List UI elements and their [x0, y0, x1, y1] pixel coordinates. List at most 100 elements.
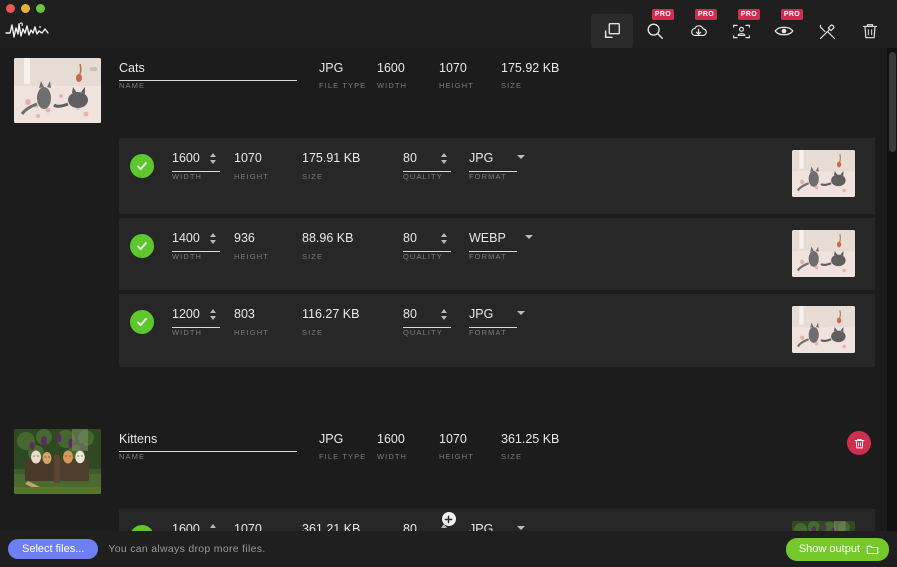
search-tool-button[interactable]: PRO: [634, 9, 676, 48]
output-size-field: 116.27 KB SIZE: [302, 306, 403, 337]
field-underline: [172, 251, 220, 252]
file-name-field[interactable]: Kittens NAME: [119, 431, 319, 461]
source-width-value: 1600: [377, 432, 405, 446]
output-thumbnail[interactable]: [792, 230, 855, 277]
file-type-value: JPG: [319, 432, 344, 446]
output-quality-label: QUALITY: [403, 172, 443, 181]
output-quality-value: 80: [403, 151, 417, 165]
chevron-down-icon[interactable]: [517, 311, 525, 315]
output-format-label: FORMAT: [469, 172, 507, 181]
source-thumbnail[interactable]: [14, 429, 101, 494]
quality-stepper[interactable]: [439, 150, 448, 167]
select-files-button[interactable]: Select files...: [8, 539, 99, 559]
app-logo: [4, 20, 54, 42]
search-icon: [647, 23, 663, 39]
output-size-value: 116.27 KB: [302, 307, 360, 321]
width-stepper[interactable]: [208, 521, 217, 531]
pro-badge: PRO: [780, 9, 803, 20]
drop-files-hint: You can always drop more files.: [108, 543, 266, 555]
file-group-header: Cats NAME JPG FILE TYPE 1600 WIDTH 1070 …: [0, 48, 897, 138]
output-height-field: 1070 HEIGHT: [234, 521, 302, 531]
output-width-field[interactable]: 1400 WIDTH: [172, 230, 234, 261]
output-size-label: SIZE: [302, 172, 324, 181]
quality-stepper[interactable]: [439, 306, 448, 323]
output-thumbnail[interactable]: [792, 150, 855, 197]
output-quality-field[interactable]: 80 QUALITY: [403, 306, 469, 337]
resize-tool-button[interactable]: [591, 14, 633, 48]
output-enabled-checkbox[interactable]: [130, 154, 154, 178]
output-thumbnail[interactable]: [792, 521, 855, 531]
output-width-field[interactable]: 1600 WIDTH: [172, 150, 234, 181]
file-type-field: JPG FILE TYPE: [319, 60, 377, 90]
output-quality-label: QUALITY: [403, 252, 443, 261]
output-quality-field[interactable]: 80 QUALITY: [403, 150, 469, 181]
file-type-value: JPG: [319, 61, 344, 75]
output-width-field[interactable]: 1200 WIDTH: [172, 306, 234, 337]
output-enabled-checkbox[interactable]: [130, 310, 154, 334]
output-format-field[interactable]: JPG FORMAT: [469, 521, 539, 531]
clear-all-button[interactable]: [849, 14, 891, 48]
file-list-scroll-area[interactable]: Cats NAME JPG FILE TYPE 1600 WIDTH 1070 …: [0, 48, 897, 531]
output-format-field[interactable]: JPG FORMAT: [469, 306, 539, 337]
output-row: 1400 WIDTH 936 HEIGHT 88.96 KB SIZE 80 Q…: [119, 214, 875, 290]
output-format-field[interactable]: WEBP FORMAT: [469, 230, 539, 261]
chevron-down-icon[interactable]: [525, 235, 533, 239]
field-underline: [403, 251, 451, 252]
watermark-tool-button[interactable]: PRO: [720, 9, 762, 48]
cloud-download-tool-button[interactable]: PRO: [677, 9, 719, 48]
width-stepper[interactable]: [208, 150, 217, 167]
add-output-button[interactable]: [441, 512, 456, 526]
output-width-value: 1600: [172, 151, 200, 165]
width-stepper[interactable]: [208, 306, 217, 323]
output-size-field: 88.96 KB SIZE: [302, 230, 403, 261]
output-height-value: 1070: [234, 522, 262, 531]
close-window-button[interactable]: [6, 4, 15, 13]
output-row: 1600 WIDTH 1070 HEIGHT 175.91 KB SIZE 80…: [119, 138, 875, 214]
output-width-value: 1600: [172, 522, 200, 531]
output-width-field[interactable]: 1600 WIDTH: [172, 521, 234, 531]
output-quality-value: 80: [403, 522, 417, 531]
output-quality-label: QUALITY: [403, 328, 443, 337]
output-width-value: 1400: [172, 231, 200, 245]
show-output-button[interactable]: Show output: [785, 537, 889, 561]
width-stepper[interactable]: [208, 230, 217, 247]
field-underline: [403, 171, 451, 172]
source-height-label: HEIGHT: [439, 81, 474, 90]
minimize-window-button[interactable]: [21, 4, 30, 13]
quality-stepper[interactable]: [439, 230, 448, 247]
preview-tool-button[interactable]: PRO: [763, 9, 805, 48]
output-size-value: 361.21 KB: [302, 522, 361, 531]
source-width-field: 1600 WIDTH: [377, 431, 439, 461]
chevron-down-icon[interactable]: [517, 526, 525, 530]
output-width-label: WIDTH: [172, 252, 203, 261]
output-enabled-checkbox[interactable]: [130, 234, 154, 258]
source-size-label: SIZE: [501, 452, 523, 461]
output-format-field[interactable]: JPG FORMAT: [469, 150, 539, 181]
file-name-label: NAME: [119, 81, 146, 90]
chevron-down-icon[interactable]: [517, 155, 525, 159]
output-quality-field[interactable]: 80 QUALITY: [403, 230, 469, 261]
output-width-label: WIDTH: [172, 328, 203, 337]
source-thumbnail[interactable]: [14, 58, 101, 123]
field-underline: [172, 171, 220, 172]
file-group-fields: Cats NAME JPG FILE TYPE 1600 WIDTH 1070 …: [119, 60, 591, 90]
output-row: 1600 WIDTH 1070 HEIGHT 361.21 KB SIZE: [119, 509, 875, 531]
output-format-label: FORMAT: [469, 328, 507, 337]
scrollbar-thumb[interactable]: [889, 52, 896, 152]
delete-file-button[interactable]: [847, 431, 871, 455]
output-height-value: 936: [234, 231, 255, 245]
source-width-value: 1600: [377, 61, 405, 75]
pro-badge: PRO: [651, 9, 674, 20]
output-quality-field[interactable]: 80 QUALITY: [403, 521, 469, 531]
output-height-value: 1070: [234, 151, 262, 165]
output-size-field: 361.21 KB SIZE: [302, 521, 403, 531]
check-icon: [137, 242, 147, 250]
file-name-field[interactable]: Cats NAME: [119, 60, 319, 90]
file-group-fields: Kittens NAME JPG FILE TYPE 1600 WIDTH 10…: [119, 431, 591, 461]
field-underline: [469, 327, 517, 328]
output-thumbnail[interactable]: [792, 306, 855, 353]
source-width-label: WIDTH: [377, 81, 408, 90]
maximize-window-button[interactable]: [36, 4, 45, 13]
settings-tool-button[interactable]: [806, 14, 848, 48]
